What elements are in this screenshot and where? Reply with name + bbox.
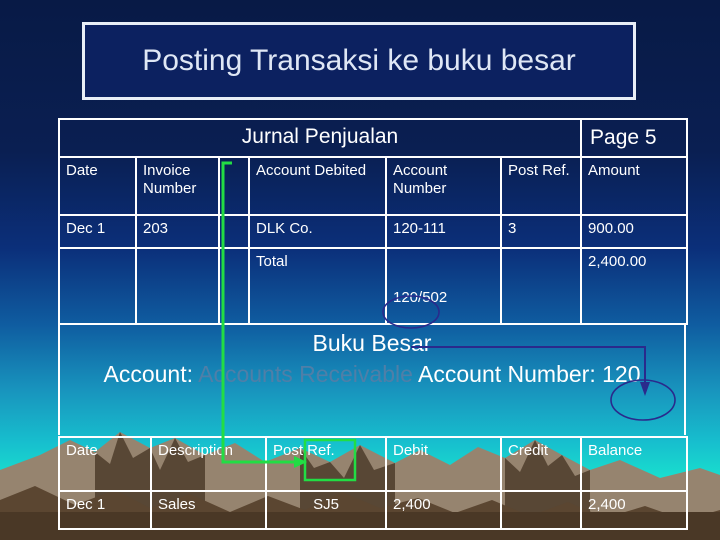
ledger-cell-debit: 2,400 bbox=[385, 490, 502, 530]
table-row-total: Total 120/502 2,400.00 bbox=[58, 247, 689, 325]
cell-invoice-number: 203 bbox=[135, 214, 220, 249]
column-header-invoice-number: Invoice Number bbox=[135, 156, 220, 216]
ledger-account-number: 120 bbox=[602, 361, 641, 387]
cell-date-empty bbox=[58, 247, 137, 325]
journal-title-row: Jurnal Penjualan Page 5 bbox=[57, 118, 689, 158]
cell-account-number: 120-111 bbox=[385, 214, 502, 249]
slide-canvas: Posting Transaksi ke buku besar Jurnal P… bbox=[0, 0, 720, 540]
cell-total-account-number: 120/502 bbox=[385, 247, 502, 325]
slide-title-box: Posting Transaksi ke buku besar bbox=[82, 22, 636, 100]
ledger-account-number-label: Account Number: bbox=[418, 361, 596, 387]
column-header-date: Date bbox=[58, 156, 137, 216]
total-account-number-text: 120/502 bbox=[393, 289, 448, 306]
cell-total-amount: 2,400.00 bbox=[580, 247, 689, 325]
cell-account-debited: DLK Co. bbox=[248, 214, 387, 249]
ledger-column-header-balance: Balance bbox=[580, 436, 688, 492]
page-title: Posting Transaksi ke buku besar bbox=[142, 44, 576, 77]
journal-heading: Jurnal Penjualan bbox=[57, 118, 583, 158]
ledger-cell-description: Sales bbox=[150, 490, 267, 530]
ledger-account-label: Account: bbox=[103, 361, 193, 387]
ledger-column-header-post-ref: Post Ref. bbox=[265, 436, 387, 492]
ledger-heading-block: Buku Besar Account: Accounts Receivable … bbox=[58, 325, 686, 435]
table-row: Dec 1 203 DLK Co. 120-111 3 900.00 bbox=[58, 214, 689, 249]
journal-header-row: Date Invoice Number Account Debited Acco… bbox=[58, 156, 689, 216]
cell-total-label: Total bbox=[248, 247, 387, 325]
cell-spacer-empty bbox=[218, 247, 250, 325]
cell-post-ref: 3 bbox=[499, 214, 583, 249]
ledger-cell-date: Dec 1 bbox=[58, 490, 152, 530]
ledger-column-header-description: Description bbox=[150, 436, 267, 492]
journal-page-label: Page 5 bbox=[580, 118, 689, 158]
cell-amount: 900.00 bbox=[580, 214, 689, 249]
ledger-column-header-debit: Debit bbox=[385, 436, 502, 492]
ledger-header-row: Date Description Post Ref. Debit Credit … bbox=[58, 436, 688, 492]
column-header-account-number: Account Number bbox=[385, 156, 502, 216]
ledger-cell-credit bbox=[500, 490, 582, 530]
table-row: Dec 1 Sales SJ5 2,400 2,400 bbox=[58, 490, 688, 530]
column-header-post-ref: Post Ref. bbox=[499, 156, 583, 216]
ledger-account-line: Account: Accounts Receivable Account Num… bbox=[60, 359, 684, 389]
column-header-account-debited: Account Debited bbox=[248, 156, 387, 216]
cell-spacer bbox=[218, 214, 250, 249]
ledger-title: Buku Besar bbox=[312, 330, 432, 356]
ledger-column-header-credit: Credit bbox=[500, 436, 582, 492]
column-header-spacer bbox=[218, 156, 250, 216]
cell-date: Dec 1 bbox=[58, 214, 137, 249]
column-header-amount: Amount bbox=[580, 156, 689, 216]
general-ledger-table: Date Description Post Ref. Debit Credit … bbox=[58, 436, 688, 530]
cell-invoice-empty bbox=[135, 247, 220, 325]
ledger-account-name: Accounts Receivable bbox=[198, 361, 413, 387]
ledger-cell-post-ref: SJ5 bbox=[265, 490, 387, 530]
ledger-cell-balance: 2,400 bbox=[580, 490, 688, 530]
sales-journal-table: Jurnal Penjualan Page 5 Date Invoice Num… bbox=[57, 118, 689, 325]
cell-total-post-ref bbox=[499, 247, 583, 325]
ledger-column-header-date: Date bbox=[58, 436, 152, 492]
